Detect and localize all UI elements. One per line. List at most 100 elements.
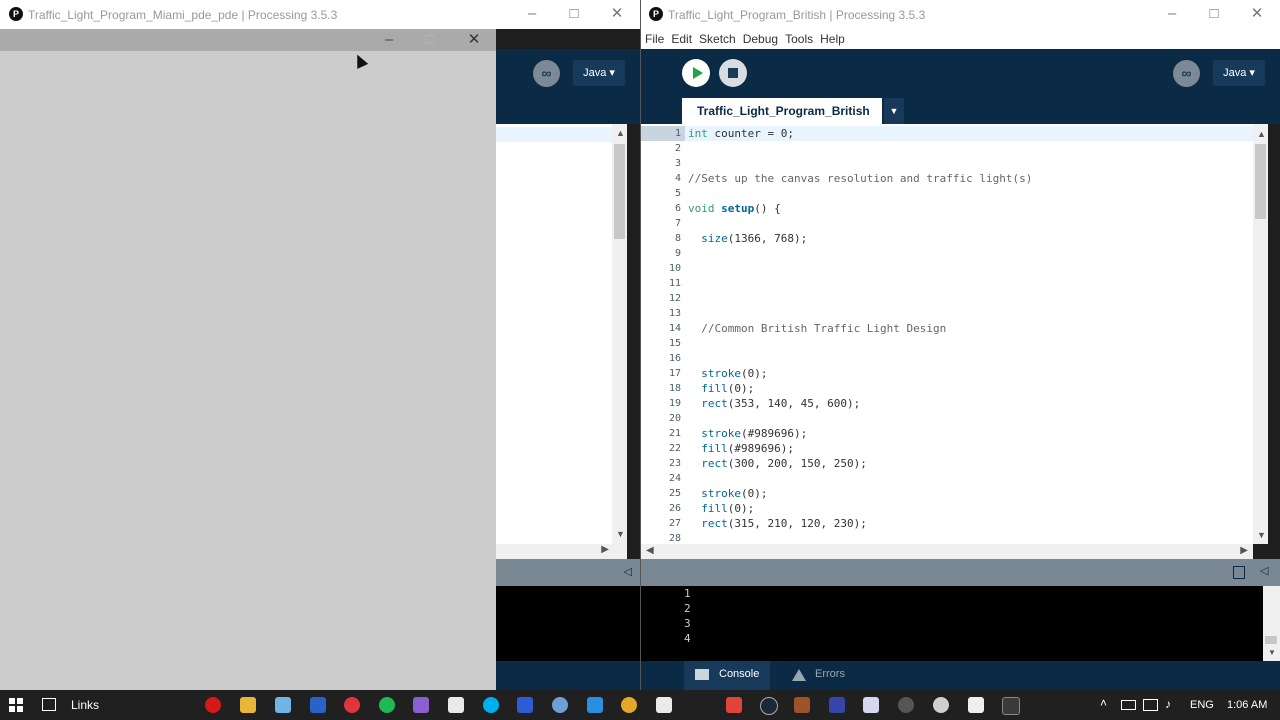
debugger-toggle-icon[interactable]: ∞ bbox=[533, 60, 560, 87]
minimize-icon[interactable]: – bbox=[1162, 5, 1182, 23]
code-editor[interactable]: int counter = 0; //Sets up the canvas res… bbox=[685, 124, 1253, 544]
menu-edit[interactable]: Edit bbox=[671, 29, 692, 49]
close-icon[interactable]: ✕ bbox=[1247, 5, 1267, 23]
code-line[interactable]: void setup() { bbox=[688, 201, 1032, 216]
active-app-icon[interactable] bbox=[1002, 697, 1020, 715]
code-line[interactable] bbox=[688, 276, 1032, 291]
task-view-icon[interactable] bbox=[42, 698, 56, 711]
code-line[interactable]: int counter = 0; bbox=[688, 126, 1032, 141]
spotify-icon[interactable] bbox=[379, 697, 395, 713]
collapse-icon[interactable]: ◁ bbox=[1260, 564, 1268, 577]
console-scrollbar[interactable]: ▼ bbox=[1263, 586, 1280, 661]
code-line[interactable]: rect(300, 200, 150, 250); bbox=[688, 456, 1032, 471]
photo-app-icon[interactable] bbox=[413, 697, 429, 713]
code-line[interactable] bbox=[688, 306, 1032, 321]
volume-icon[interactable]: ♪ bbox=[1165, 697, 1171, 711]
links-toolbar-label[interactable]: Links bbox=[71, 698, 99, 712]
stop-button[interactable] bbox=[719, 59, 747, 87]
code-line[interactable]: stroke(0); bbox=[688, 366, 1032, 381]
code-line[interactable]: fill(0); bbox=[688, 381, 1032, 396]
menu-debug[interactable]: Debug bbox=[743, 29, 778, 49]
code-line[interactable]: rect(315, 210, 120, 230); bbox=[688, 516, 1032, 531]
processing-taskbar-icon[interactable] bbox=[968, 697, 984, 713]
code-line[interactable] bbox=[688, 216, 1032, 231]
code-line[interactable] bbox=[688, 186, 1032, 201]
left-window-title: Traffic_Light_Program_Miami_pde_pde | Pr… bbox=[28, 8, 338, 22]
sketch-tab[interactable]: Traffic_Light_Program_British bbox=[682, 98, 882, 124]
left-window-titlebar[interactable]: P Traffic_Light_Program_Miami_pde_pde | … bbox=[0, 0, 640, 29]
code-line[interactable]: stroke(0); bbox=[688, 486, 1032, 501]
tool-app-icon[interactable] bbox=[726, 697, 742, 713]
console-tab[interactable]: Console bbox=[684, 661, 770, 690]
steam-icon[interactable] bbox=[760, 697, 778, 715]
battery-icon[interactable] bbox=[1121, 700, 1136, 710]
settings-gear-icon[interactable] bbox=[933, 697, 949, 713]
archive-icon[interactable] bbox=[794, 697, 810, 713]
copy-icon[interactable] bbox=[1233, 566, 1245, 579]
code-line[interactable] bbox=[688, 261, 1032, 276]
code-line[interactable]: rect(353, 140, 45, 600); bbox=[688, 396, 1032, 411]
close-icon[interactable]: ✕ bbox=[607, 5, 627, 23]
minimize-icon[interactable]: – bbox=[379, 31, 399, 49]
skype-icon[interactable] bbox=[483, 697, 499, 713]
line-number: 14 bbox=[668, 323, 681, 334]
close-icon[interactable]: ✕ bbox=[464, 31, 484, 49]
code-line[interactable]: fill(#989696); bbox=[688, 441, 1032, 456]
left-vertical-scrollbar[interactable]: ▲ ▼ bbox=[612, 124, 627, 544]
mode-selector[interactable]: Java ▾ bbox=[1213, 60, 1265, 86]
code-line[interactable] bbox=[688, 246, 1032, 261]
menu-tools[interactable]: Tools bbox=[785, 29, 813, 49]
code-line[interactable] bbox=[688, 291, 1032, 306]
mode-selector[interactable]: Java ▾ bbox=[573, 60, 625, 86]
scrollbar-thumb[interactable] bbox=[1255, 144, 1266, 219]
app-icon-blue[interactable] bbox=[310, 697, 326, 713]
chrome-icon[interactable] bbox=[621, 697, 637, 713]
code-line[interactable] bbox=[688, 531, 1032, 544]
sketch-window[interactable]: – □ ✕ bbox=[0, 29, 496, 690]
left-window-editor[interactable] bbox=[496, 124, 627, 544]
language-indicator[interactable]: ENG bbox=[1190, 699, 1214, 711]
code-line[interactable] bbox=[688, 156, 1032, 171]
code-line[interactable]: //Common British Traffic Light Design bbox=[688, 321, 1032, 336]
target-icon[interactable] bbox=[344, 697, 360, 713]
code-line[interactable] bbox=[688, 471, 1032, 486]
globe-icon[interactable] bbox=[552, 697, 568, 713]
editor-vertical-scrollbar[interactable]: ▲ ▼ bbox=[1253, 124, 1268, 544]
opera-icon[interactable] bbox=[205, 697, 221, 713]
clock[interactable]: 1:06 AM bbox=[1227, 699, 1267, 711]
pen-app-icon[interactable] bbox=[656, 697, 672, 713]
tray-chevron-icon[interactable]: ˄ bbox=[1100, 696, 1107, 710]
maximize-icon[interactable]: □ bbox=[1204, 5, 1224, 23]
notepad-icon[interactable] bbox=[275, 697, 291, 713]
editor-app-icon[interactable] bbox=[863, 697, 879, 713]
errors-tab[interactable]: Errors bbox=[786, 661, 856, 690]
sketch-window-titlebar[interactable]: – □ ✕ bbox=[0, 29, 496, 51]
debugger-toggle-icon[interactable]: ∞ bbox=[1173, 60, 1200, 87]
code-line[interactable]: size(1366, 768); bbox=[688, 231, 1032, 246]
menu-help[interactable]: Help bbox=[820, 29, 845, 49]
right-window-titlebar[interactable]: P Traffic_Light_Program_British | Proces… bbox=[641, 0, 1280, 29]
code-line[interactable] bbox=[688, 411, 1032, 426]
code-line[interactable] bbox=[688, 351, 1032, 366]
code-line[interactable]: stroke(#989696); bbox=[688, 426, 1032, 441]
file-explorer-icon[interactable] bbox=[240, 697, 256, 713]
code-line[interactable]: fill(0); bbox=[688, 501, 1032, 516]
vscode-icon[interactable] bbox=[587, 697, 603, 713]
editor-horizontal-scrollbar[interactable]: ◀ ▶ bbox=[641, 544, 1253, 559]
unity-icon[interactable] bbox=[898, 697, 914, 713]
tab-menu-arrow[interactable]: ▼ bbox=[884, 98, 904, 124]
windows-start-icon[interactable] bbox=[9, 698, 23, 712]
network-icon[interactable] bbox=[1143, 699, 1158, 711]
code-line[interactable] bbox=[688, 336, 1032, 351]
malwarebytes-icon[interactable] bbox=[517, 697, 533, 713]
maximize-icon[interactable]: □ bbox=[564, 5, 584, 23]
left-horizontal-scrollbar[interactable]: ▶ bbox=[496, 544, 627, 559]
run-button[interactable] bbox=[682, 59, 710, 87]
document-icon[interactable] bbox=[448, 697, 464, 713]
menu-sketch[interactable]: Sketch bbox=[699, 29, 736, 49]
game-icon[interactable] bbox=[829, 697, 845, 713]
menu-file[interactable]: File bbox=[645, 29, 664, 49]
code-line[interactable] bbox=[688, 141, 1032, 156]
minimize-icon[interactable]: – bbox=[522, 5, 542, 23]
code-line[interactable]: //Sets up the canvas resolution and traf… bbox=[688, 171, 1032, 186]
